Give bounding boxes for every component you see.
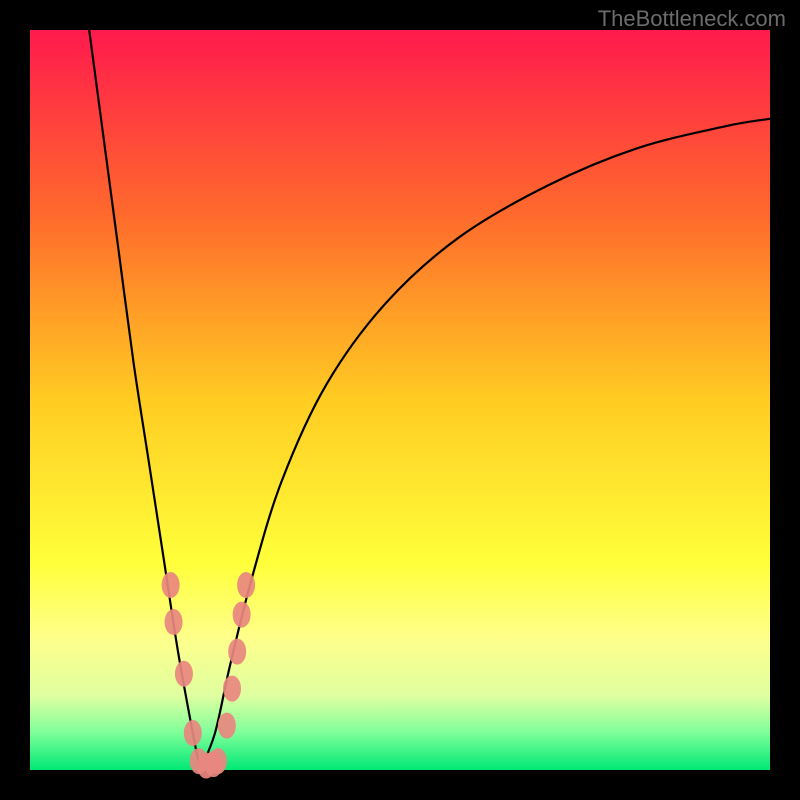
data-point: [175, 661, 193, 687]
data-point: [223, 676, 241, 702]
data-point: [162, 572, 180, 598]
chart-container: TheBottleneck.com: [0, 0, 800, 800]
data-point: [209, 748, 227, 774]
data-point: [165, 609, 183, 635]
bottleneck-chart: [0, 0, 800, 800]
data-point: [237, 572, 255, 598]
watermark-text: TheBottleneck.com: [598, 6, 786, 32]
data-point: [228, 639, 246, 665]
data-point: [184, 720, 202, 746]
data-point: [233, 602, 251, 628]
data-point: [218, 713, 236, 739]
